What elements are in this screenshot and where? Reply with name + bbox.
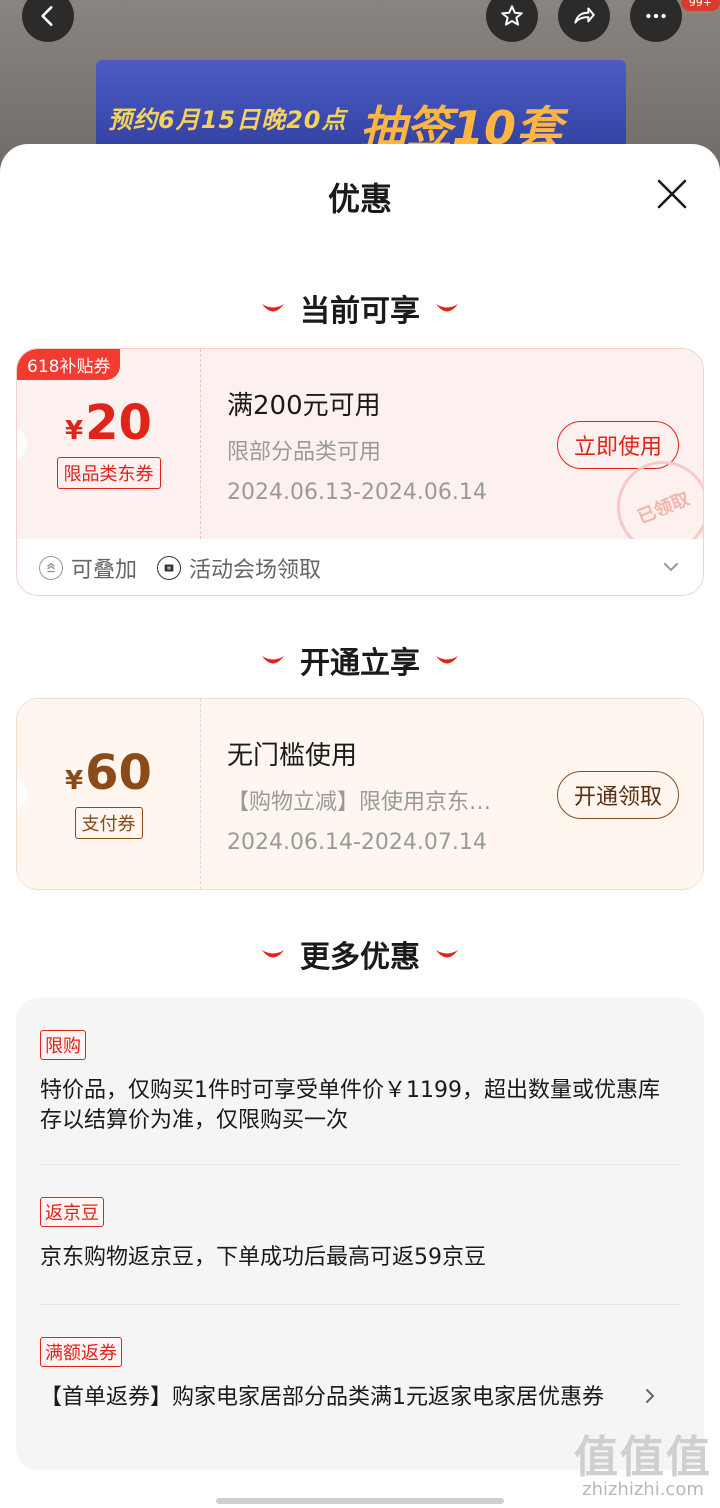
offer-text: 【首单返券】购家电家居部分品类满1元返家电家居优惠券 (40, 1385, 604, 1410)
coupon-date: 2024.06.14-2024.07.14 (227, 830, 487, 855)
offer-tag: 限购 (40, 1030, 86, 1060)
coupon-ribbon: 618补贴券 (17, 349, 121, 380)
section-activate: 开通立享 (0, 638, 720, 682)
coupon-amount: 60 (85, 745, 152, 801)
coupon-card-payment[interactable]: ¥ 60 支付券 无门槛使用 【购物立减】限使用京东… 2024.06.14-2… (16, 698, 704, 890)
star-icon (501, 5, 523, 26)
currency-symbol: ¥ (65, 416, 84, 446)
coupon-card-subsidy[interactable]: ¥ 20 限品类东券 满200元可用 限部分品类可用 2024.06.13-20… (16, 348, 704, 596)
offer-tag: 满额返券 (40, 1337, 122, 1367)
offer-item-limit: 限购 特价品，仅购买1件时可享受单件价￥1199，超出数量或优惠库存以结算价为准… (40, 998, 680, 1164)
currency-symbol: ¥ (65, 766, 84, 796)
smile-decoration-icon (262, 950, 284, 958)
banner-text: 预约6月15日晚20点 (108, 106, 347, 134)
smile-decoration-icon (436, 950, 458, 958)
coupon-footer: 可叠加 活动会场领取 (17, 539, 703, 595)
smile-decoration-icon (436, 656, 458, 664)
stackable-label: 可叠加 (71, 558, 138, 583)
section-more: 更多优惠 (0, 932, 720, 976)
coupon-kind-tag: 支付券 (74, 807, 143, 839)
source-label: 活动会场领取 (189, 558, 322, 583)
smile-decoration-icon (262, 304, 284, 312)
offer-text: 京东购物返京豆，下单成功后最高可返59京豆 (40, 1245, 486, 1270)
sheet-title: 优惠 (327, 180, 392, 218)
ticket-icon (157, 556, 182, 580)
coupon-value: ¥ 60 支付券 (17, 699, 201, 889)
coupon-kind-tag: 限品类东券 (56, 457, 161, 489)
home-indicator[interactable] (216, 1498, 504, 1504)
smile-decoration-icon (262, 656, 284, 664)
share-icon (574, 7, 595, 24)
offer-item-beans: 返京豆 京东购物返京豆，下单成功后最高可返59京豆 (40, 1164, 680, 1304)
section-current-title: 当前可享 (300, 294, 420, 329)
section-activate-title: 开通立享 (300, 646, 420, 681)
stack-icon (39, 556, 63, 580)
coupon-condition: 满200元可用 (227, 391, 381, 421)
message-badge: 99+ (680, 0, 720, 11)
coupon-amount: 20 (85, 395, 152, 451)
stackable-info: 可叠加 (39, 552, 137, 584)
offers-sheet: 优惠 当前可享 ¥ 20 限品类东券 满200元可用 限部分品类可用 2024.… (0, 144, 720, 1508)
chevron-right-icon[interactable] (642, 1385, 658, 1407)
smile-decoration-icon (436, 304, 458, 312)
site-watermark: 值值值 zhizhizhi.com (574, 1421, 712, 1500)
offer-tag: 返京豆 (40, 1197, 104, 1227)
watermark-url: zhizhizhi.com (582, 1479, 704, 1500)
back-arrow-icon (41, 6, 53, 26)
more-dots-icon (646, 13, 666, 19)
section-more-title: 更多优惠 (300, 940, 420, 975)
close-icon (657, 179, 687, 209)
offer-text: 特价品，仅购买1件时可享受单件价￥1199，超出数量或优惠库存以结算价为准，仅限… (40, 1078, 660, 1133)
activate-claim-button[interactable]: 开通领取 (556, 771, 679, 819)
close-button[interactable] (654, 176, 690, 212)
watermark-mark: 值值值 (574, 1432, 712, 1483)
coupon-condition: 无门槛使用 (227, 741, 358, 771)
source-info: 活动会场领取 (157, 552, 321, 584)
section-current: 当前可享 (0, 286, 720, 330)
chevron-down-icon[interactable] (661, 557, 681, 577)
more-offers-list: 限购 特价品，仅购买1件时可享受单件价￥1199，超出数量或优惠库存以结算价为准… (16, 998, 704, 1470)
